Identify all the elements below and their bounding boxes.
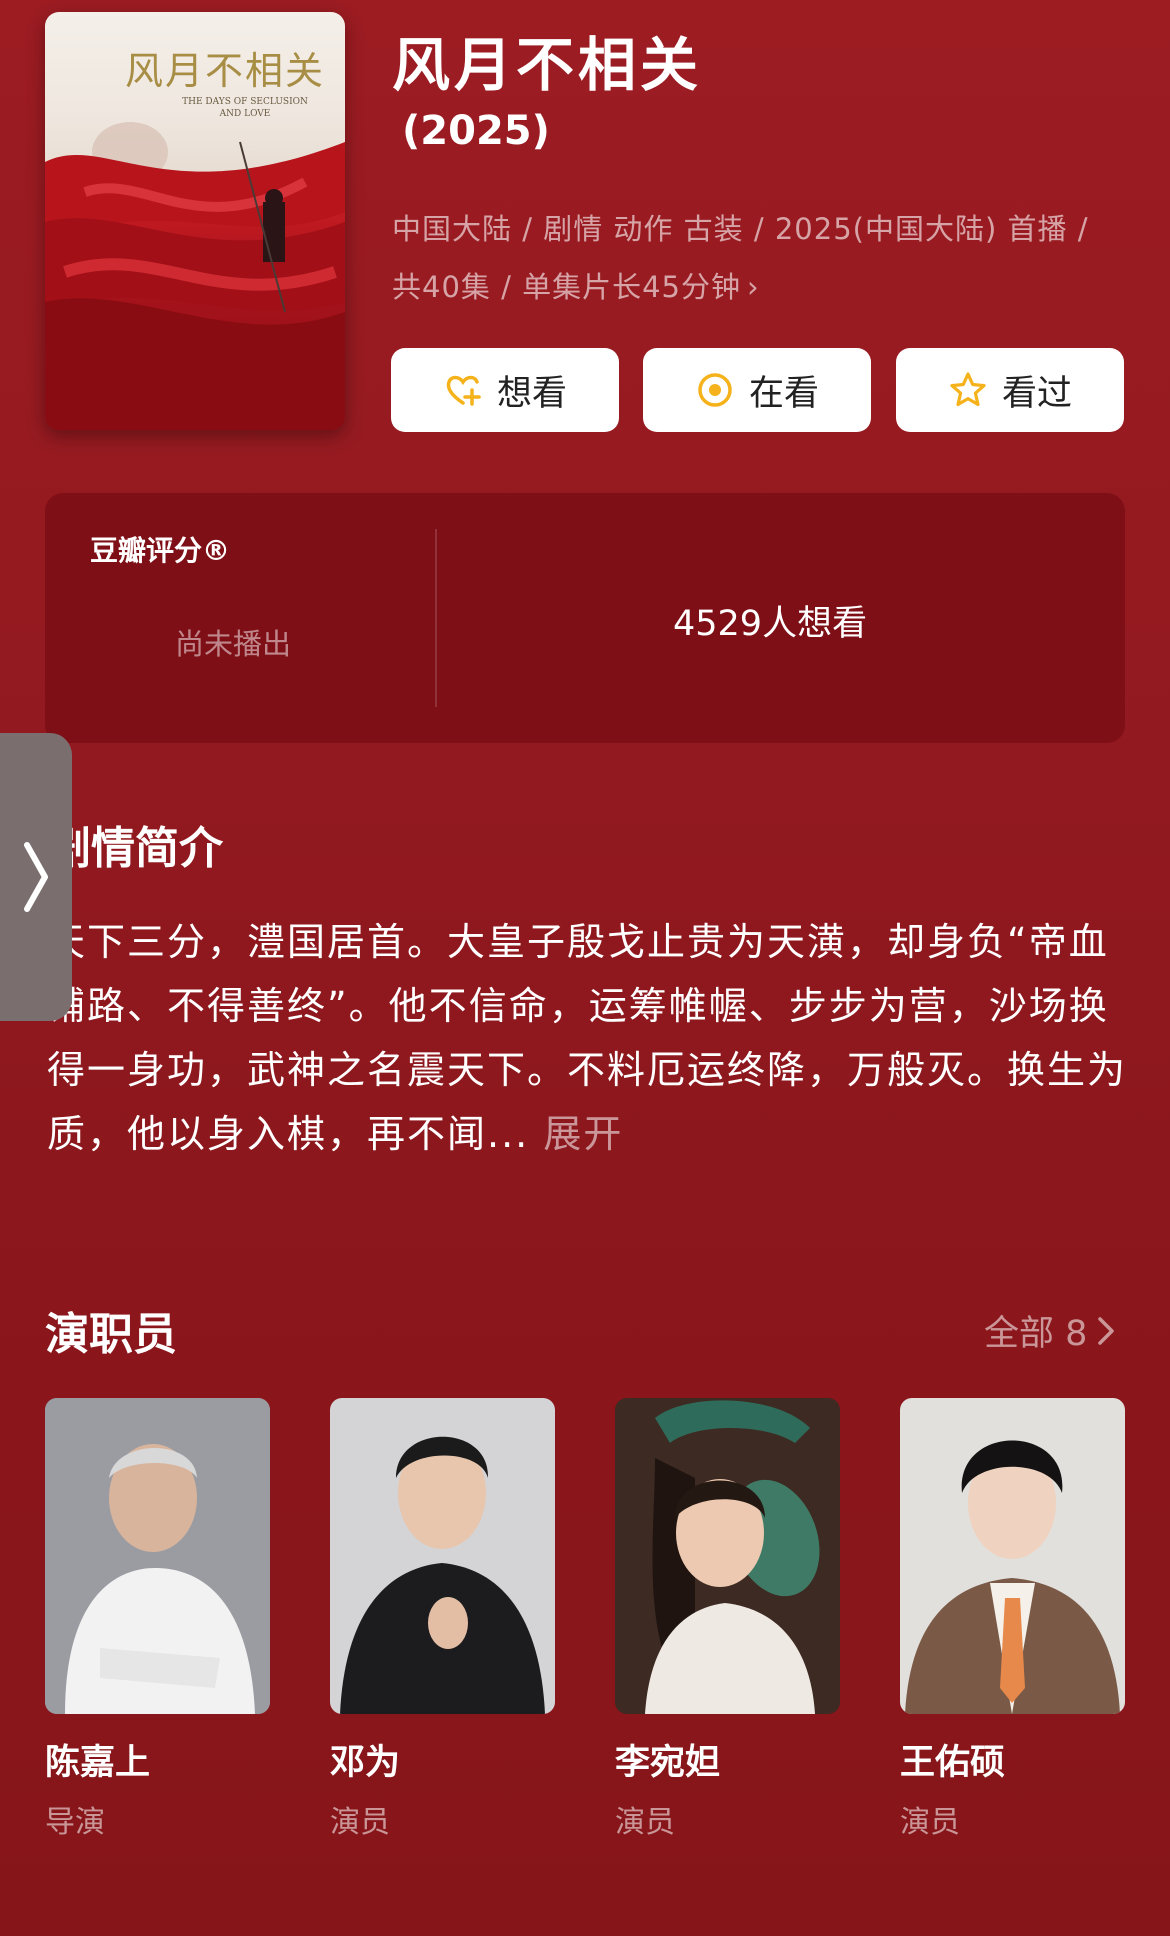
cast-name: 李宛妲: [615, 1743, 721, 1783]
show-meta[interactable]: 中国大陆 / 剧情 动作 古装 / 2025(中国大陆) 首播 / 共40集 /…: [392, 200, 1132, 316]
rating-label: 豆瓣评分®: [90, 534, 231, 567]
person-photo: [615, 1398, 840, 1714]
person-photo: [45, 1398, 270, 1714]
cast-all-label: 全部 8: [984, 1314, 1088, 1354]
watching-button[interactable]: 在看: [643, 348, 871, 432]
cast-title: 演职员: [45, 1309, 177, 1360]
cast-role: 导演: [45, 1805, 105, 1840]
cast-card[interactable]: 陈嘉上 导演: [45, 1398, 270, 1841]
side-panel-handle[interactable]: [0, 733, 72, 1021]
cast-name: 邓为: [330, 1743, 401, 1783]
want-to-watch-label: 想看: [496, 373, 567, 414]
cast-name: 王佑硕: [900, 1743, 1006, 1783]
release-year: (2025): [402, 108, 550, 154]
target-icon: [698, 373, 732, 407]
rating-divider: [435, 529, 437, 707]
cast-role: 演员: [900, 1805, 960, 1840]
rating-status: 尚未播出: [175, 627, 292, 661]
want-to-watch-button[interactable]: 想看: [391, 348, 619, 432]
rating-panel[interactable]: 豆瓣评分® 尚未播出 4529人想看: [45, 493, 1125, 743]
watching-label: 在看: [748, 373, 819, 414]
watched-button[interactable]: 看过: [896, 348, 1124, 432]
cast-photo: [900, 1398, 1125, 1714]
cast-card[interactable]: 邓为 演员: [330, 1398, 555, 1841]
page-title: 风月不相关: [392, 31, 703, 99]
star-icon: [950, 372, 986, 407]
cast-card[interactable]: 王佑硕 演员: [900, 1398, 1125, 1841]
meta-line-2-text: 共40集 / 单集片长45分钟: [392, 270, 742, 304]
meta-line-2: 共40集 / 单集片长45分钟 ›: [392, 258, 1132, 316]
person-photo: [330, 1398, 555, 1714]
poster-image[interactable]: 风月不相关 THE DAYS OF SECLUSION AND LOVE: [45, 12, 345, 430]
person-photo: [900, 1398, 1125, 1714]
poster-title: 风月不相关: [125, 49, 326, 93]
chevron-right-icon: ›: [747, 270, 760, 304]
cast-card[interactable]: 李宛妲 演员: [615, 1398, 840, 1841]
expand-link[interactable]: 展开: [543, 1112, 623, 1156]
want-count: 4529人想看: [673, 604, 868, 644]
synopsis-title: 剧情简介: [47, 823, 223, 874]
chevron-right-icon: [1098, 1316, 1115, 1345]
heart-plus-icon: [446, 375, 481, 406]
cast-role: 演员: [330, 1805, 390, 1840]
synopsis-text[interactable]: 天下三分，澧国居首。大皇子殷戈止贵为天潢，却身负“帝血铺路、不得善终”。他不信命…: [47, 910, 1127, 1166]
cast-photo: [615, 1398, 840, 1714]
meta-line-1: 中国大陆 / 剧情 动作 古装 / 2025(中国大陆) 首播 /: [392, 212, 1089, 246]
watched-label: 看过: [1001, 373, 1072, 414]
cast-photo: [330, 1398, 555, 1714]
poster-subtitle: THE DAYS OF SECLUSION AND LOVE: [182, 97, 308, 119]
cast-all-link[interactable]: 全部 8: [984, 1305, 1115, 1356]
cast-photo: [45, 1398, 270, 1714]
cast-name: 陈嘉上: [45, 1743, 151, 1783]
cast-role: 演员: [615, 1805, 675, 1840]
chevron-right-icon: [24, 842, 48, 912]
